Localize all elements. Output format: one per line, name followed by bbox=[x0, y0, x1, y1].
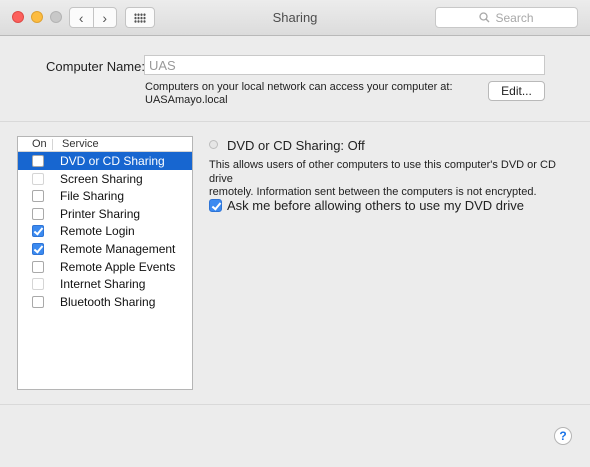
service-checkbox[interactable] bbox=[32, 172, 44, 185]
service-row[interactable]: Remote Apple Events bbox=[18, 258, 192, 276]
service-row[interactable]: Remote Login bbox=[18, 222, 192, 240]
service-label: Remote Management bbox=[60, 241, 176, 256]
service-checkbox[interactable] bbox=[32, 155, 44, 167]
service-status-title: DVD or CD Sharing: Off bbox=[227, 138, 365, 153]
service-rows: DVD or CD Sharing Screen Sharing File Shar… bbox=[18, 152, 192, 310]
service-checkbox[interactable] bbox=[32, 190, 44, 203]
window-titlebar: ‹ › Sharing Search bbox=[0, 0, 590, 36]
service-row[interactable]: Remote Management bbox=[18, 240, 192, 258]
service-label: File Sharing bbox=[60, 189, 125, 204]
service-checkbox[interactable] bbox=[32, 242, 44, 255]
computer-name-input[interactable] bbox=[144, 55, 545, 75]
service-description-line: This allows users of other computers to … bbox=[209, 159, 556, 185]
service-row[interactable]: Printer Sharing bbox=[18, 205, 192, 223]
service-checkbox[interactable] bbox=[32, 278, 44, 291]
status-indicator bbox=[209, 140, 218, 149]
section-divider bbox=[0, 121, 590, 122]
service-row[interactable]: Bluetooth Sharing bbox=[18, 293, 192, 311]
ask-before-allowing-checkbox[interactable] bbox=[209, 199, 222, 212]
ask-before-allowing-label[interactable]: Ask me before allowing others to use my … bbox=[227, 198, 524, 213]
column-header-on[interactable]: On bbox=[32, 138, 47, 150]
service-label: Printer Sharing bbox=[60, 206, 141, 221]
search-field[interactable]: Search bbox=[435, 7, 578, 28]
service-checkbox[interactable] bbox=[32, 295, 44, 308]
service-checkbox[interactable] bbox=[32, 260, 44, 273]
help-button[interactable]: ? bbox=[554, 427, 572, 445]
service-checkbox[interactable] bbox=[32, 207, 44, 220]
service-row[interactable]: Internet Sharing bbox=[18, 275, 192, 293]
service-label: Remote Apple Events bbox=[60, 259, 176, 274]
service-label: Remote Login bbox=[60, 224, 135, 239]
service-list[interactable]: On Service DVD or CD Sharing Screen Shari… bbox=[17, 136, 193, 390]
service-checkbox[interactable] bbox=[32, 225, 44, 238]
search-icon bbox=[479, 12, 490, 23]
service-row[interactable]: Screen Sharing bbox=[18, 170, 192, 188]
search-placeholder: Search bbox=[495, 10, 534, 25]
service-description: This allows users of other computers to … bbox=[209, 159, 569, 200]
local-hostname: UASAmayo.local bbox=[145, 94, 228, 106]
computer-name-label: Computer Name: bbox=[46, 59, 145, 74]
service-label: Screen Sharing bbox=[60, 171, 143, 186]
computer-name-info: Computers on your local network can acce… bbox=[145, 81, 453, 93]
column-separator bbox=[52, 139, 53, 150]
service-label: DVD or CD Sharing bbox=[60, 154, 165, 168]
service-label: Bluetooth Sharing bbox=[60, 294, 156, 309]
edit-hostname-button[interactable]: Edit... bbox=[488, 81, 545, 101]
service-row[interactable]: File Sharing bbox=[18, 187, 192, 205]
column-header-service[interactable]: Service bbox=[62, 138, 99, 150]
service-row[interactable]: DVD or CD Sharing bbox=[18, 152, 192, 170]
bottom-divider bbox=[0, 404, 590, 405]
service-label: Internet Sharing bbox=[60, 277, 146, 292]
service-list-header: On Service bbox=[18, 137, 192, 152]
